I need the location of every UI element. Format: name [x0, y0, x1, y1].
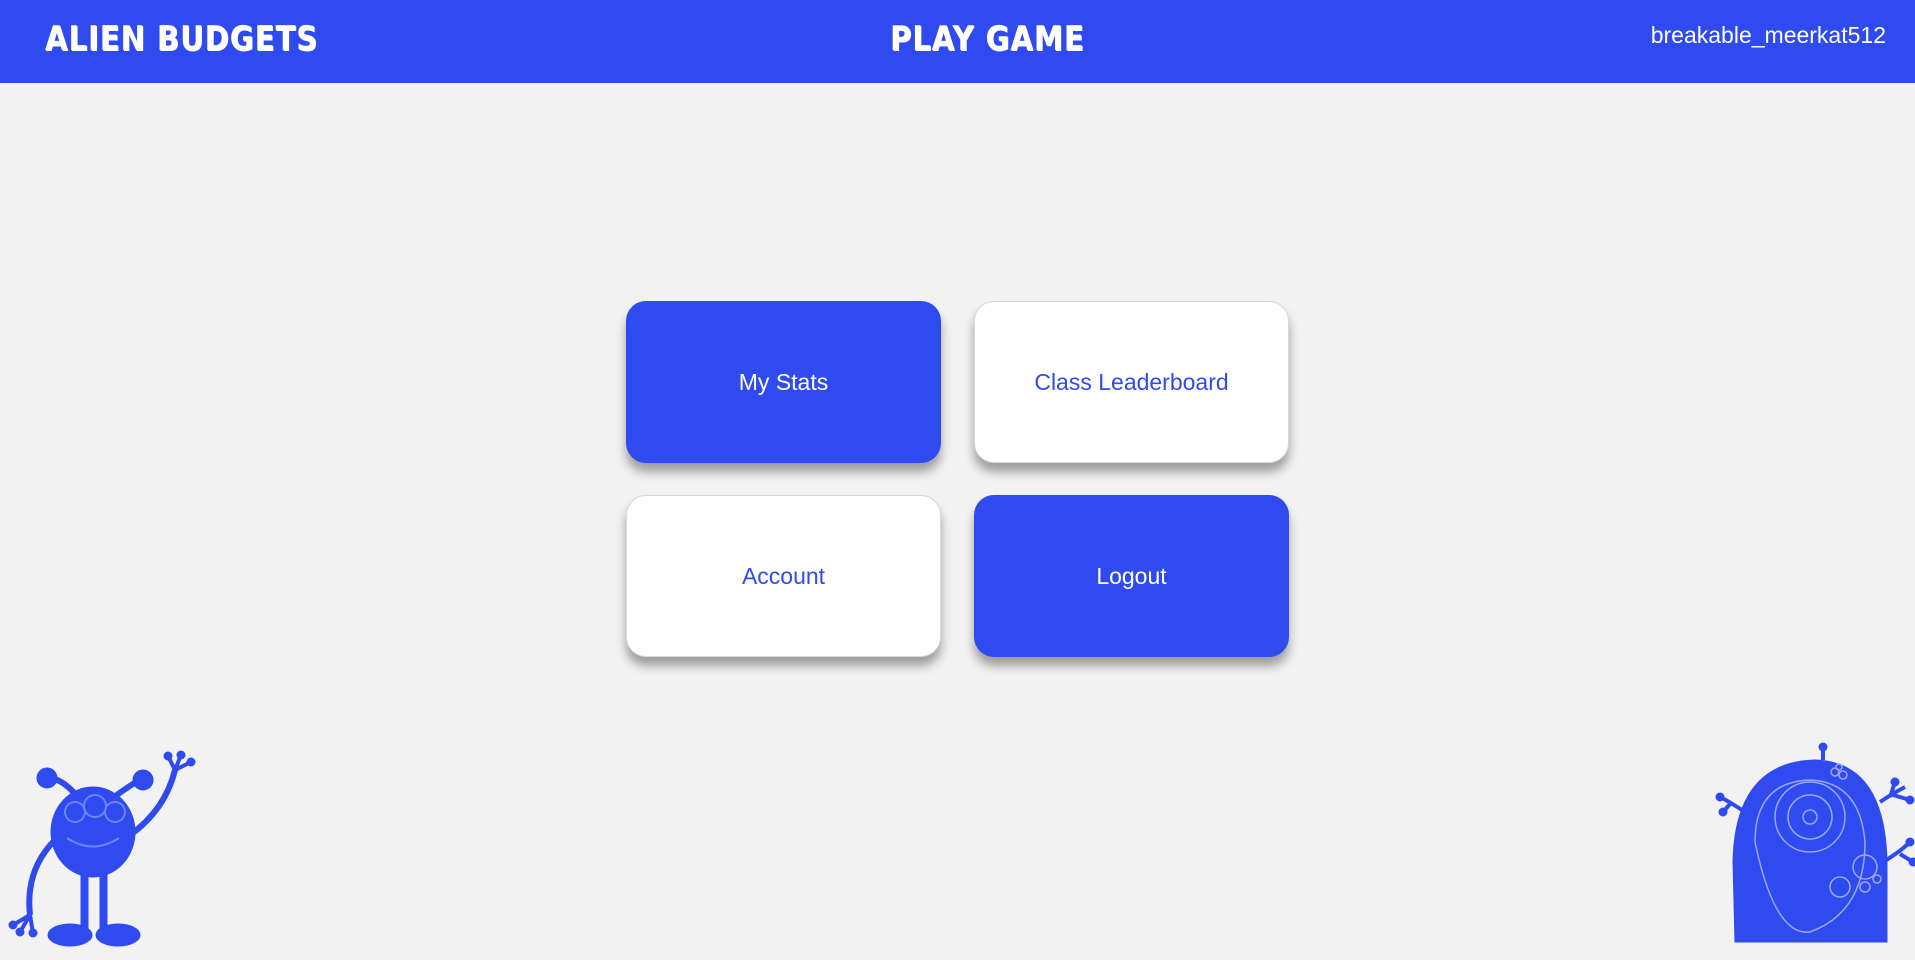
logout-button[interactable]: Logout: [974, 495, 1289, 657]
username-label[interactable]: breakable_meerkat512: [1651, 22, 1886, 49]
account-label: Account: [741, 562, 826, 589]
logout-label: Logout: [1096, 562, 1167, 589]
my-stats-label: My Stats: [738, 368, 829, 395]
waving-alien-icon: [8, 750, 196, 947]
my-stats-button[interactable]: My Stats: [626, 301, 941, 463]
blob-alien-icon: [1715, 742, 1915, 943]
account-button[interactable]: Account: [626, 495, 941, 657]
class-leaderboard-label: Class Leaderboard: [1034, 368, 1229, 395]
app-logo-text[interactable]: ALIEN BUDGETS: [45, 19, 318, 59]
class-leaderboard-button[interactable]: Class Leaderboard: [974, 301, 1289, 463]
play-game-link[interactable]: PLAY GAME: [890, 19, 1085, 59]
top-bar: ALIEN BUDGETS PLAY GAME breakable_meerka…: [0, 0, 1915, 83]
